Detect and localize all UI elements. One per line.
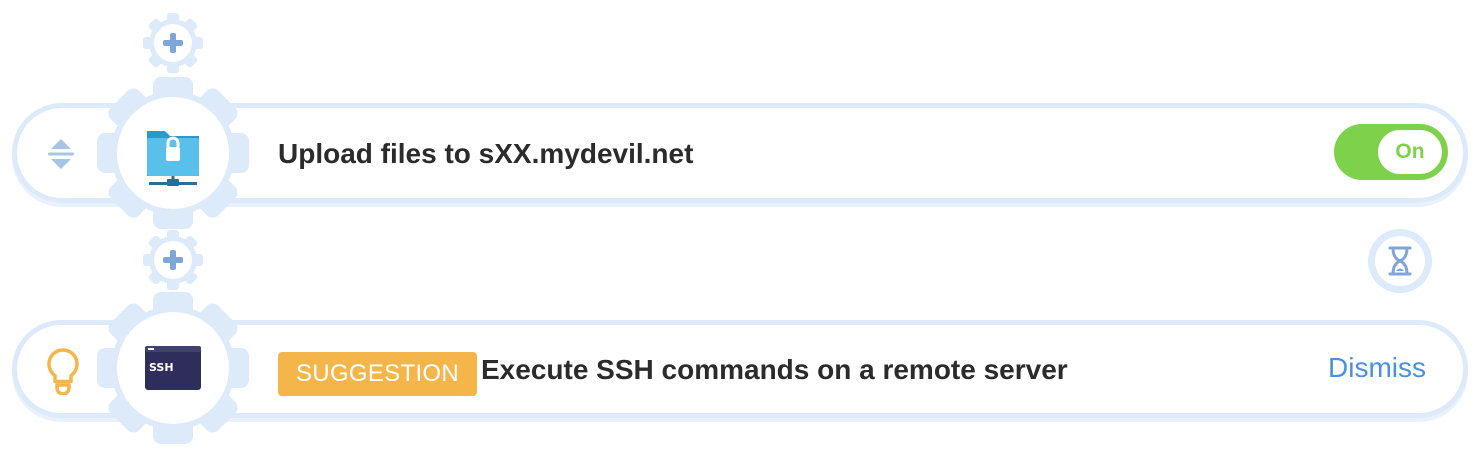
lightbulb-icon	[47, 348, 79, 395]
dismiss-link[interactable]: Dismiss	[1328, 352, 1426, 384]
workflow-canvas: Upload files to sXX.mydevil.net On SSH S…	[0, 0, 1482, 454]
step-title: Upload files to sXX.mydevil.net	[278, 138, 694, 169]
step-app-gear	[97, 77, 249, 229]
toggle-label: On	[1378, 130, 1442, 174]
add-delay-button[interactable]	[1367, 228, 1433, 294]
add-step-button-middle[interactable]	[141, 228, 205, 292]
suggestion-badge: SUGGESTION	[278, 352, 478, 396]
reorder-icon[interactable]	[44, 136, 78, 172]
suggestion-title: Execute SSH commands on a remote server	[481, 354, 1068, 385]
add-step-button-top[interactable]	[141, 11, 205, 75]
suggestion-app-gear: SSH	[97, 292, 249, 444]
step-enable-toggle[interactable]: On	[1334, 124, 1448, 180]
svg-text:SSH: SSH	[149, 361, 174, 374]
ssh-terminal-icon: SSH	[145, 346, 201, 390]
